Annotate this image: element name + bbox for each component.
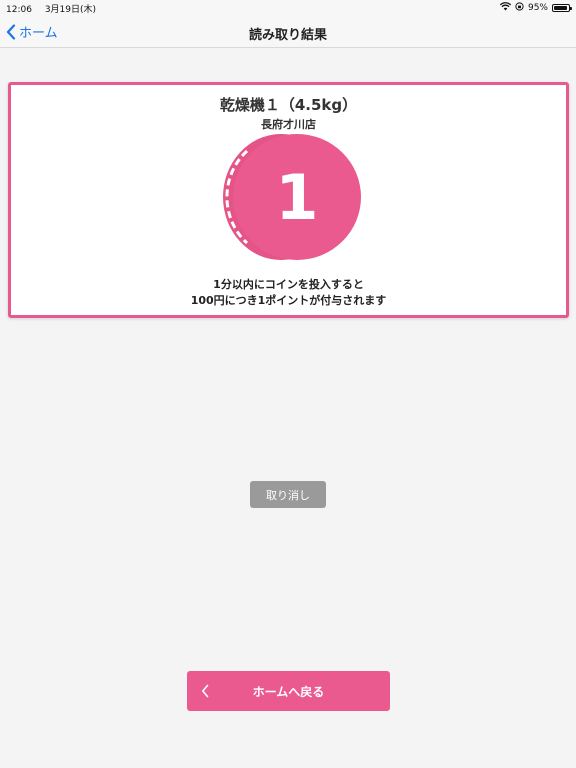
battery-icon	[552, 4, 572, 12]
scan-result-card: 乾燥機１（4.5kg） 長府才川店 1 1分以内にコインを投入すると 100円に…	[8, 82, 569, 318]
coin-icon: 1	[217, 133, 365, 261]
battery-percent: 95%	[527, 3, 548, 13]
cancel-button[interactable]: 取り消し	[250, 481, 326, 508]
rotation-lock-icon	[515, 2, 524, 14]
battery-level	[554, 6, 568, 10]
status-left: 12:06 3月19日(木)	[6, 2, 106, 15]
status-time: 12:06	[6, 5, 32, 15]
status-right: 95%	[499, 2, 572, 14]
return-home-button[interactable]: ホームへ戻る	[187, 671, 390, 711]
page-title: 読み取り結果	[248, 28, 327, 43]
instruction-line-1: 1分以内にコインを投入すると	[213, 278, 364, 291]
store-name: 長府才川店	[261, 118, 316, 131]
instruction-line-2: 100円につき1ポイントが付与されます	[190, 294, 387, 307]
machine-name: 乾燥機１（4.5kg）	[219, 96, 358, 114]
wifi-icon	[499, 2, 512, 14]
return-home-label: ホームへ戻る	[252, 685, 325, 699]
navigation-bar: ホーム 読み取り結果	[0, 16, 576, 48]
status-date: 3月19日(木)	[44, 5, 97, 15]
status-bar: 12:06 3月19日(木) 95%	[0, 0, 576, 16]
coin-number: 1	[275, 160, 319, 234]
